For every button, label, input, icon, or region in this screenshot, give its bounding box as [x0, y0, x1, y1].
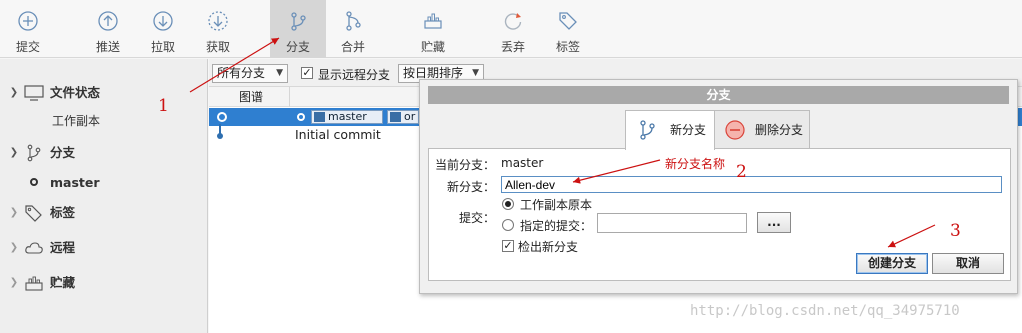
chevron-down-icon[interactable]: ❯	[8, 141, 20, 165]
branch-tag-master[interactable]: master	[311, 110, 383, 124]
chevron-down-icon: ▼	[276, 68, 283, 78]
merge-icon	[346, 11, 361, 31]
commit-message: Initial commit	[295, 127, 381, 142]
current-branch-value: master	[501, 156, 544, 170]
column-divider[interactable]	[289, 87, 290, 107]
arrow-down-circle-icon	[153, 11, 173, 31]
chevron-down-icon[interactable]: ❯	[8, 81, 20, 105]
fetch-button[interactable]: 获取	[190, 0, 246, 58]
sidebar-item-workspace[interactable]: ❯ 文件状态	[0, 81, 208, 105]
stash-icon	[25, 276, 43, 291]
show-remote-checkbox[interactable]: ✓	[301, 67, 313, 79]
dashed-arrow-down-circle-icon	[208, 11, 228, 31]
discard-button[interactable]: 丢弃	[485, 0, 541, 58]
minus-circle-icon	[725, 120, 745, 140]
graph-column-header[interactable]: 图谱	[239, 87, 263, 107]
sidebar-item-branch-master[interactable]: master	[0, 171, 208, 195]
create-branch-button[interactable]: 创建分支	[856, 253, 928, 274]
stash-label: 贮藏	[420, 40, 445, 54]
chevron-right-icon[interactable]: ❯	[8, 201, 20, 225]
commit-button[interactable]: 提交	[0, 0, 56, 58]
tag-icon	[559, 12, 577, 30]
checkout-new-branch-label: 检出新分支	[518, 240, 579, 254]
current-branch-label: 当前分支：	[435, 158, 496, 172]
sidebar-item-tags[interactable]: ❯ 标签	[0, 201, 208, 225]
sidebar-item-label: 分支	[50, 145, 76, 160]
specified-commit-label: 指定的提交：	[520, 219, 593, 233]
commit-label: 提交	[15, 40, 40, 54]
new-branch-name-input[interactable]	[501, 176, 1002, 193]
branch-icon	[640, 120, 655, 140]
current-branch-dot	[30, 178, 38, 186]
sort-value: 按日期排序	[403, 66, 464, 80]
dialog-title: 分支	[428, 86, 1009, 104]
push-button[interactable]: 推送	[80, 0, 136, 58]
specified-commit-input[interactable]	[597, 213, 747, 233]
tab-delete-branch[interactable]: 删除分支	[714, 110, 810, 148]
annotation-note-new-branch: 新分支名称	[665, 157, 726, 171]
main-toolbar: 提交 推送 拉取 获取 分支 合并 贮藏 丢弃 标签	[0, 0, 1022, 58]
tag-icon	[25, 205, 42, 222]
arrow-up-circle-icon	[98, 11, 118, 31]
merge-button[interactable]: 合并	[325, 0, 381, 58]
tab-label: 删除分支	[755, 123, 804, 137]
sidebar-item-remotes[interactable]: ❯ 远程	[0, 236, 208, 260]
tab-new-branch[interactable]: 新分支	[625, 110, 715, 150]
cancel-button[interactable]: 取消	[932, 253, 1004, 274]
branch-icon	[314, 112, 325, 122]
sidebar-item-label: 文件状态	[50, 85, 101, 100]
push-label: 推送	[95, 40, 120, 54]
checkout-new-branch-checkbox[interactable]: ✓	[502, 240, 514, 252]
fetch-label: 获取	[205, 40, 230, 54]
tab-label: 新分支	[670, 123, 707, 137]
sidebar-item-label: 标签	[50, 205, 76, 220]
sidebar-item-branches[interactable]: ❯ 分支	[0, 141, 208, 165]
branch-button[interactable]: 分支	[270, 0, 326, 58]
show-remote-label: 显示远程分支	[318, 68, 391, 82]
head-marker	[297, 113, 305, 121]
chevron-right-icon[interactable]: ❯	[8, 236, 20, 260]
commit-source-label: 提交：	[459, 211, 496, 225]
cloud-icon	[25, 242, 43, 254]
sidebar: ❯ 文件状态 工作副本 ❯ 分支 master ❯ 标签 ❯ 远程 ❯ 贮藏	[0, 59, 208, 333]
sidebar-item-stashes[interactable]: ❯ 贮藏	[0, 271, 208, 295]
browse-commit-button[interactable]: ...	[757, 212, 791, 233]
sidebar-item-label: 远程	[50, 240, 76, 255]
working-copy-parent-radio[interactable]	[502, 198, 514, 210]
merge-label: 合并	[340, 40, 365, 54]
discard-icon	[504, 13, 522, 30]
branch-icon	[390, 112, 401, 122]
branch-tag-remote[interactable]: or	[387, 110, 419, 124]
branch-name: master	[50, 175, 100, 190]
branch-dialog: 分支 新分支 删除分支 当前分支： master 新分支： 提交： 工作副本原本…	[419, 79, 1018, 294]
commit-node	[217, 133, 223, 139]
branch-filter-value: 所有分支	[217, 66, 266, 80]
chevron-right-icon[interactable]: ❯	[8, 271, 20, 295]
new-branch-label: 新分支：	[447, 180, 496, 194]
branch-label: 分支	[285, 40, 310, 54]
annotation-step-2: 2	[736, 162, 747, 182]
branch-filter-dropdown[interactable]: 所有分支 ▼	[212, 64, 288, 83]
working-copy-parent-label: 工作副本原本	[520, 198, 593, 212]
plus-circle-icon	[18, 11, 38, 31]
annotation-step-1: 1	[158, 96, 169, 116]
pull-label: 拉取	[150, 40, 175, 54]
stash-icon	[424, 13, 442, 29]
discard-label: 丢弃	[500, 40, 525, 54]
annotation-step-3: 3	[950, 221, 961, 241]
sidebar-item-label: 贮藏	[50, 275, 76, 290]
pull-button[interactable]: 拉取	[135, 0, 191, 58]
monitor-icon	[24, 85, 44, 101]
stash-button[interactable]: 贮藏	[405, 0, 461, 58]
tag-button[interactable]: 标签	[540, 0, 596, 58]
branch-icon	[27, 144, 41, 162]
commit-node	[217, 112, 227, 122]
watermark: http://blog.csdn.net/qq_34975710	[690, 303, 960, 319]
tag-label: 标签	[555, 40, 580, 54]
branch-icon	[291, 12, 306, 31]
specified-commit-radio[interactable]	[502, 219, 514, 231]
branch-tag-label: or	[404, 110, 416, 123]
branch-tag-label: master	[328, 110, 367, 123]
sidebar-item-working-copy[interactable]: 工作副本	[52, 111, 100, 131]
